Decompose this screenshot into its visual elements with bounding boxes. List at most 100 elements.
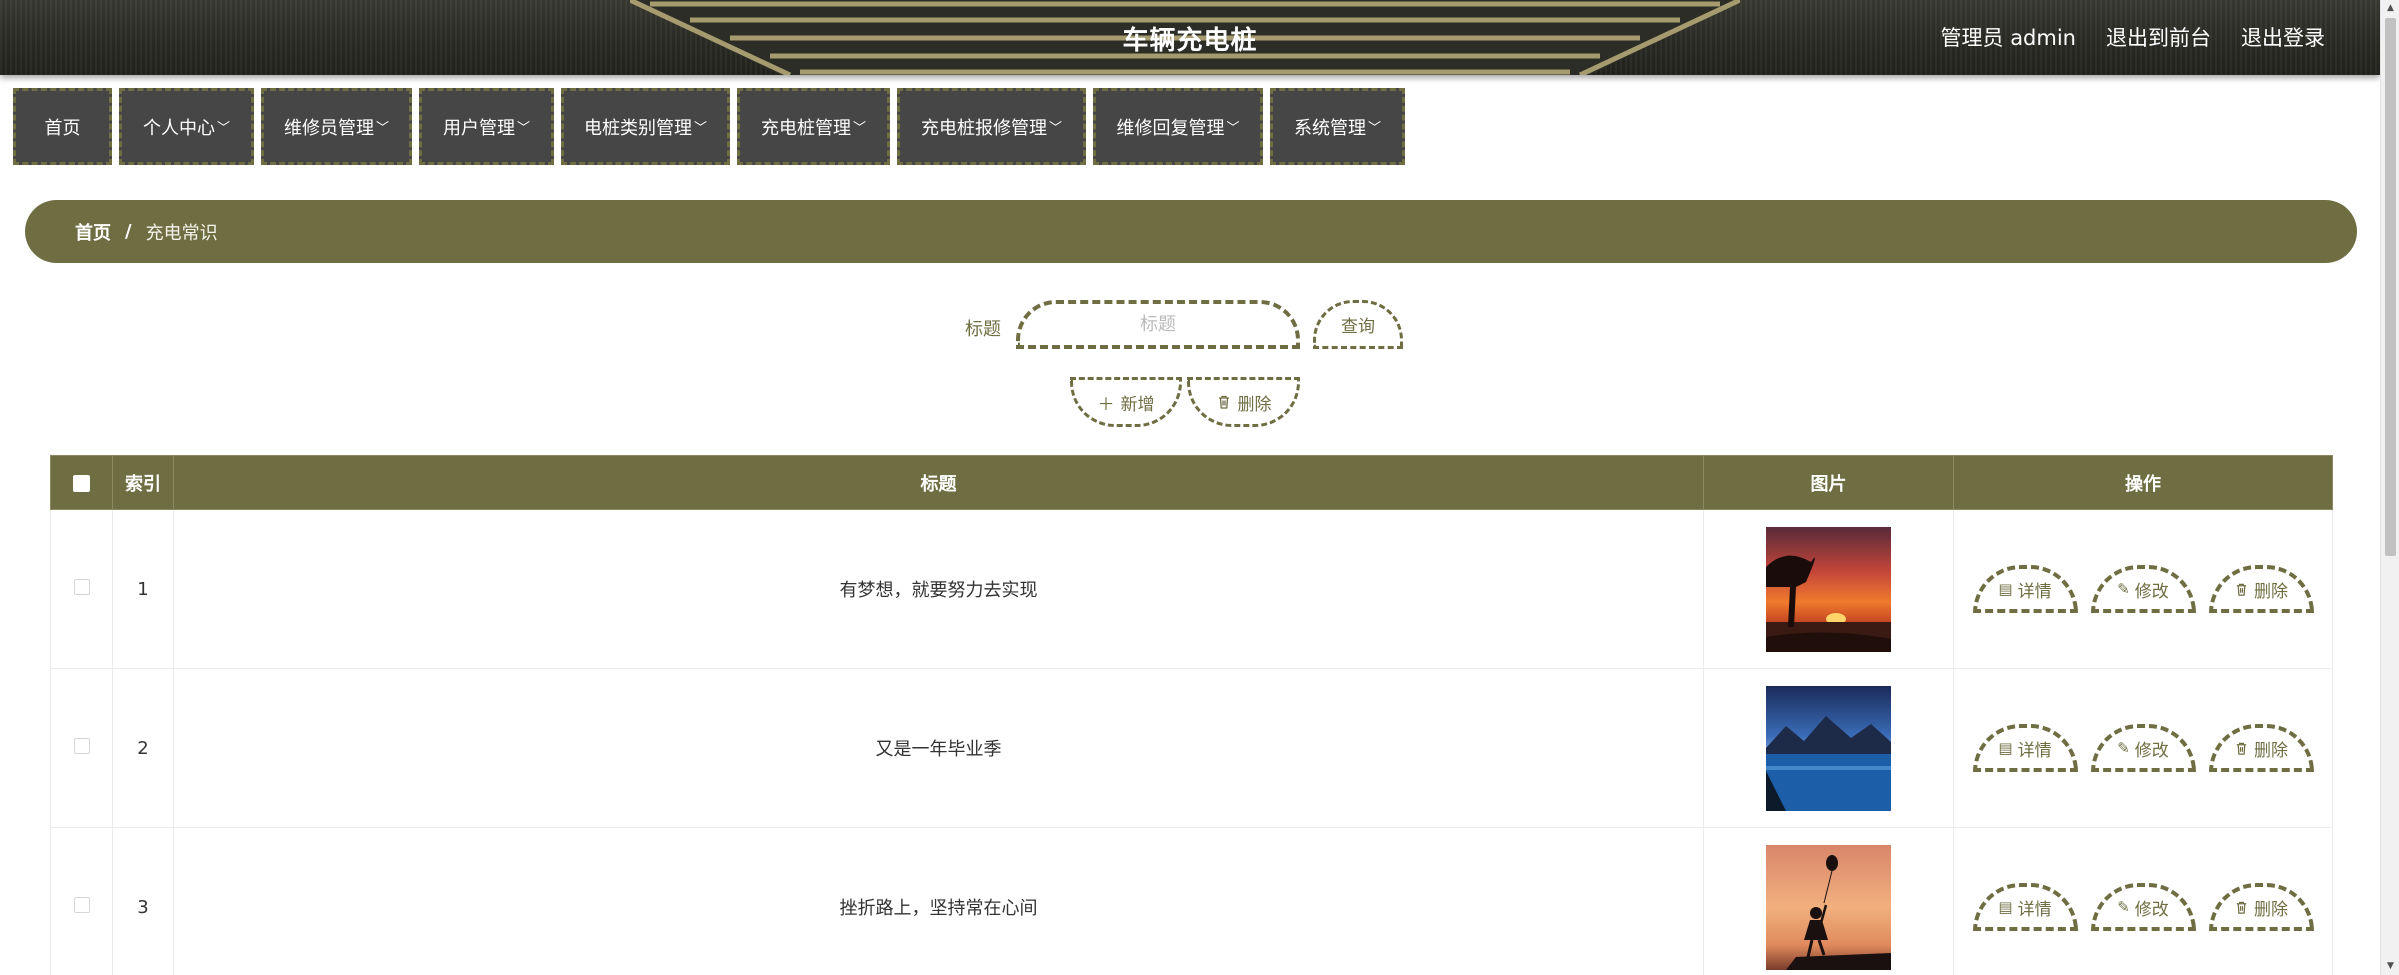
row-image-cell [1703,827,1954,975]
delete-button[interactable]: 删除 [2208,565,2314,613]
search-title-label: 标题 [965,319,1001,340]
row-checkbox[interactable] [73,578,90,595]
edit-button-label: 修改 [2134,899,2169,920]
document-icon: ▤ [1998,898,2013,916]
row-checkbox[interactable] [73,737,90,754]
row-index: 2 [112,668,174,828]
nav-item-repairman-management[interactable]: 维修员管理 ﹀ [261,88,412,165]
nav-item-charging-pile-management[interactable]: 充电桩管理 ﹀ [737,88,890,165]
header-index: 索引 [112,455,174,510]
exit-to-front-link[interactable]: 退出到前台 [2106,22,2211,52]
batch-delete-label: 删除 [1237,394,1272,415]
row-actions-cell: ▤ 详情 ✎ 修改 删除 [1953,827,2333,975]
row-select-cell[interactable] [50,827,113,975]
nav-item-personal-center[interactable]: 个人中心 ﹀ [119,88,254,165]
edit-button[interactable]: ✎ 修改 [2090,883,2196,931]
scrollbar-thumb[interactable] [2385,18,2396,556]
nav-item-home[interactable]: 首页 [13,88,112,165]
pencil-icon: ✎ [2117,898,2130,916]
row-title: 挫折路上，坚持常在心间 [173,827,1704,975]
table-row: 3 挫折路上，坚持常在心间 ▤ 详情 ✎ 修改 删除 [50,827,2333,975]
header-select-all[interactable] [50,455,113,510]
trash-icon [2236,742,2247,755]
row-actions-cell: ▤ 详情 ✎ 修改 删除 [1953,509,2333,669]
chevron-down-icon: ﹀ [516,121,530,136]
main-nav: 首页 个人中心 ﹀ 维修员管理 ﹀ 用户管理 ﹀ 电桩类别管理 ﹀ 充电桩管理 ﹀ 充电桩… [13,88,1405,165]
delete-button-label: 删除 [2254,899,2288,920]
table-row: 1 有梦想，就要努力去实现 ▤ 详情 ✎ 修改 删除 [50,509,2333,669]
nav-item-label: 系统管理 [1293,117,1366,139]
edit-button[interactable]: ✎ 修改 [2090,565,2196,613]
header-actions: 操作 [1953,455,2333,510]
chevron-down-icon: ﹀ [852,121,866,136]
girl-balloon-image [1766,844,1891,970]
nav-item-repair-request-management[interactable]: 充电桩报修管理 ﹀ [897,88,1086,165]
nav-item-repair-reply-management[interactable]: 维修回复管理 ﹀ [1093,88,1263,165]
detail-button-label: 详情 [2017,740,2052,761]
nav-item-label: 充电桩管理 [760,117,851,139]
delete-button-label: 删除 [2254,581,2288,602]
nav-item-label: 维修员管理 [283,117,374,139]
pencil-icon: ✎ [2117,580,2130,598]
nav-item-label: 首页 [44,117,81,139]
edit-button[interactable]: ✎ 修改 [2090,724,2196,772]
breadcrumb: 首页 / 充电常识 [25,200,2357,263]
row-title: 有梦想，就要努力去实现 [173,509,1704,669]
scroll-down-arrow-icon[interactable]: ▼ [2381,958,2399,975]
nav-item-label: 个人中心 [142,117,215,139]
detail-button[interactable]: ▤ 详情 [1972,565,2078,613]
data-table-container: 索引 标题 图片 操作 1 有梦想，就要努力去实现 ▤ 详情 ✎ 修改 删除 2… [50,455,2333,975]
chevron-down-icon: ﹀ [693,121,707,136]
edit-button-label: 修改 [2134,740,2169,761]
nav-item-label: 维修回复管理 [1116,117,1225,139]
logout-link[interactable]: 退出登录 [2241,22,2325,52]
delete-button-label: 删除 [2254,740,2288,761]
delete-button[interactable]: 删除 [2208,724,2314,772]
batch-delete-button[interactable]: 删除 [1187,377,1300,427]
trash-icon [2236,901,2247,914]
sunset-tree-image [1766,526,1891,652]
pencil-icon: ✎ [2117,739,2130,757]
table-row: 2 又是一年毕业季 ▤ 详情 ✎ 修改 删除 [50,668,2333,828]
table-header-row: 索引 标题 图片 操作 [50,455,2333,510]
add-button[interactable]: ＋ 新增 [1070,377,1182,427]
detail-button-label: 详情 [2017,899,2052,920]
document-icon: ▤ [1998,580,2013,598]
detail-button[interactable]: ▤ 详情 [1972,724,2078,772]
row-index: 1 [112,509,174,669]
nav-item-pile-category-management[interactable]: 电桩类别管理 ﹀ [561,88,730,165]
nav-item-user-management[interactable]: 用户管理 ﹀ [419,88,554,165]
scroll-up-arrow-icon[interactable]: ▲ [2381,0,2399,17]
data-table: 索引 标题 图片 操作 1 有梦想，就要努力去实现 ▤ 详情 ✎ 修改 删除 2… [50,455,2333,975]
row-select-cell[interactable] [50,668,113,828]
chevron-down-icon: ﹀ [1367,121,1381,136]
header-image: 图片 [1703,455,1954,510]
detail-button[interactable]: ▤ 详情 [1972,883,2078,931]
header-title: 标题 [173,455,1704,510]
edit-button-label: 修改 [2134,581,2169,602]
breadcrumb-home[interactable]: 首页 [75,219,111,245]
trash-icon [1218,395,1229,409]
row-title: 又是一年毕业季 [173,668,1704,828]
row-image-cell [1703,509,1954,669]
nav-item-label: 电桩类别管理 [583,117,692,139]
nav-item-label: 用户管理 [442,117,515,139]
nav-item-label: 充电桩报修管理 [920,117,1047,139]
admin-user-label[interactable]: 管理员 admin [1941,22,2076,52]
query-button[interactable]: 查询 [1313,300,1403,349]
nav-item-system-management[interactable]: 系统管理 ﹀ [1270,88,1405,165]
select-all-checkbox[interactable] [73,474,90,492]
chevron-down-icon: ﹀ [1048,121,1062,136]
row-actions-cell: ▤ 详情 ✎ 修改 删除 [1953,668,2333,828]
delete-button[interactable]: 删除 [2208,883,2314,931]
document-icon: ▤ [1998,739,2013,757]
row-image-cell [1703,668,1954,828]
add-button-label: 新增 [1120,394,1155,415]
search-title-input[interactable] [1016,300,1300,349]
page-scrollbar[interactable]: ▲ ▼ [2380,0,2399,975]
detail-button-label: 详情 [2017,581,2052,602]
row-index: 3 [112,827,174,975]
row-select-cell[interactable] [50,509,113,669]
chevron-down-icon: ﹀ [375,121,389,136]
row-checkbox[interactable] [73,896,90,913]
